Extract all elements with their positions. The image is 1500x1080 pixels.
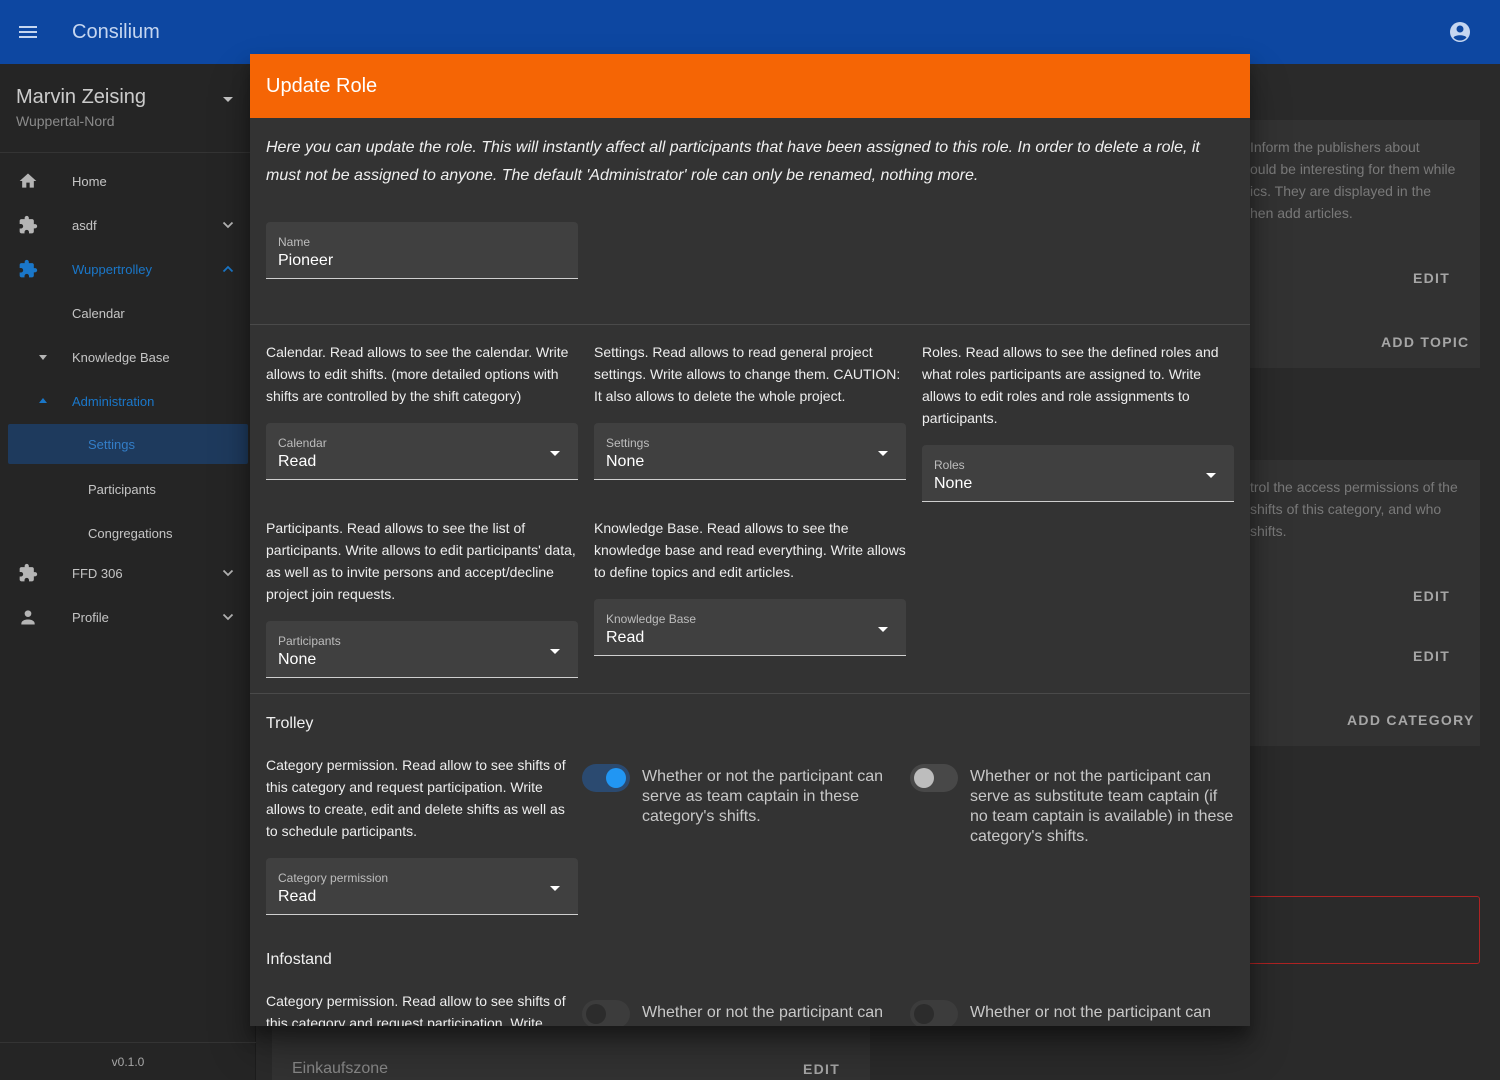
calendar-permission-description: Calendar. Read allows to see the calenda… [266, 344, 569, 404]
toggle-thumb [914, 768, 934, 788]
dialog-intro: Here you can update the role. This will … [266, 139, 1200, 184]
field-value: None [934, 475, 973, 492]
settings-permission-select[interactable]: Settings None [594, 423, 906, 480]
app-title: Consilium [72, 20, 160, 43]
dropdown-arrow-icon [550, 886, 560, 891]
category-title-infostand: Infostand [266, 951, 332, 968]
dropdown-arrow-icon [878, 451, 888, 456]
category-permission-description: Category permission. Read allow to see s… [266, 993, 566, 1026]
field-label: Category permission [278, 871, 389, 885]
field-value: None [606, 453, 645, 470]
account-circle-icon[interactable] [1448, 20, 1472, 44]
divider [250, 324, 1250, 325]
substitute-captain-description: Whether or not the participant can [970, 1004, 1212, 1021]
field-label: Roles [934, 458, 965, 472]
name-field[interactable]: Name Pioneer [266, 222, 578, 279]
field-label: Settings [606, 436, 650, 450]
field-value: None [278, 651, 317, 668]
field-label: Participants [278, 634, 341, 648]
menu-icon[interactable] [0, 0, 56, 64]
dropdown-arrow-icon [550, 451, 560, 456]
knowledge-base-permission-description: Knowledge Base. Read allows to see the k… [594, 520, 906, 580]
dialog-header: Update Role [250, 54, 1250, 118]
participants-permission-select[interactable]: Participants None [266, 621, 578, 678]
field-label: Knowledge Base [606, 612, 697, 626]
team-captain-description: Whether or not the participant can [642, 1004, 884, 1021]
dropdown-arrow-icon [878, 627, 888, 632]
field-value: Read [278, 453, 317, 470]
category-title-trolley: Trolley [266, 715, 314, 732]
field-value: Read [278, 888, 317, 905]
knowledge-base-permission-select[interactable]: Knowledge Base Read [594, 599, 906, 656]
substitute-captain-toggle[interactable] [910, 1000, 958, 1026]
roles-permission-select[interactable]: Roles None [922, 445, 1234, 502]
calendar-permission-select[interactable]: Calendar Read [266, 423, 578, 480]
field-label: Name [278, 235, 311, 249]
substitute-captain-toggle[interactable] [910, 764, 958, 792]
update-role-dialog: Update Role Here you can update the role… [250, 54, 1250, 1026]
settings-permission-description: Settings. Read allows to read general pr… [594, 344, 901, 404]
dropdown-arrow-icon [1206, 473, 1216, 478]
participants-permission-description: Participants. Read allows to see the lis… [266, 520, 576, 602]
substitute-captain-description: Whether or not the participant can serve… [970, 768, 1234, 845]
category-permission-select[interactable]: Category permission Read [266, 858, 578, 915]
toggle-thumb [606, 768, 626, 788]
field-value: Read [606, 629, 645, 646]
toggle-thumb [586, 1004, 606, 1024]
team-captain-description: Whether or not the participant can serve… [642, 768, 884, 825]
field-label: Calendar [278, 436, 327, 450]
dropdown-arrow-icon [550, 649, 560, 654]
name-input[interactable]: Pioneer [278, 252, 333, 270]
team-captain-toggle[interactable] [582, 764, 630, 792]
toggle-thumb [914, 1004, 934, 1024]
team-captain-toggle[interactable] [582, 1000, 630, 1026]
category-permission-description: Category permission. Read allow to see s… [266, 757, 566, 839]
divider [250, 693, 1250, 694]
dialog-title: Update Role [266, 74, 378, 97]
roles-permission-description: Roles. Read allows to see the defined ro… [922, 344, 1219, 426]
